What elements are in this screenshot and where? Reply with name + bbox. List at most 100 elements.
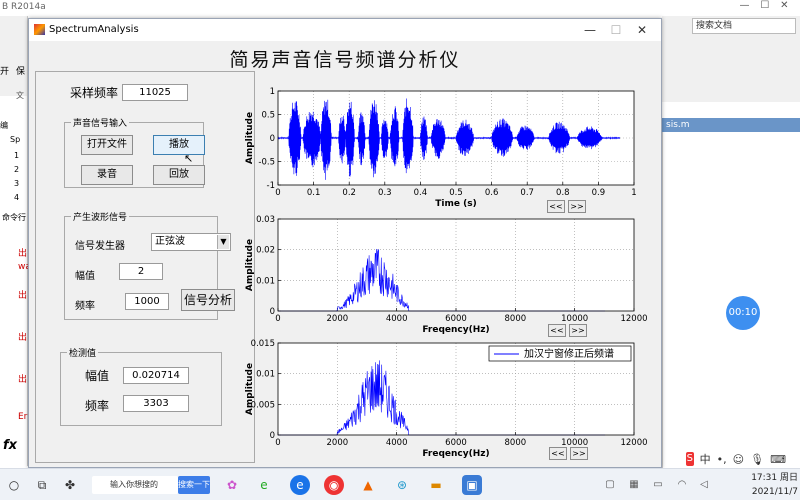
sogou-icon[interactable]: S xyxy=(686,452,694,466)
tray-app2-icon[interactable]: ▦ xyxy=(624,475,644,495)
emoji-icon[interactable]: ☺ xyxy=(733,453,744,466)
keyboard-icon[interactable]: ⌨ xyxy=(770,453,786,466)
x-tick-label: 0 xyxy=(275,314,280,324)
minimize-icon[interactable]: — xyxy=(739,0,749,16)
taskbar-search-button[interactable]: 搜索一下 xyxy=(178,476,210,494)
time-prev-button[interactable]: << xyxy=(547,200,565,213)
network-app-icon[interactable]: ⊛ xyxy=(392,475,412,495)
x-tick-label: 1 xyxy=(631,188,636,198)
taskbar: ○ ⧉ ✤ e 输入你想搜的 搜索一下 ✿ e e ◉ ▲ ⊛ ▬ ▣ ▢ ▦ … xyxy=(0,468,800,500)
maximize-icon[interactable]: ☐ xyxy=(760,0,769,16)
clock-time: 17:31 周日 xyxy=(751,473,798,483)
x-tick-label: 0.1 xyxy=(307,188,321,198)
bg-label: 编 xyxy=(0,121,8,130)
x-tick-label: 0.5 xyxy=(449,188,463,198)
x-tick-label: 12000 xyxy=(620,438,647,448)
y-tick-label: 0 xyxy=(270,431,275,441)
close-icon[interactable]: ✕ xyxy=(629,21,655,39)
windowed-next-button[interactable]: >> xyxy=(570,447,588,460)
x-tick-label: 0.9 xyxy=(592,188,606,198)
matlab-titlebar: B R2014a — ☐ ✕ xyxy=(0,0,800,16)
task-view-icon[interactable]: ⧉ xyxy=(32,475,52,495)
waveform-generator-group: 产生波形信号 信号发生器 正弦波 ▼ 幅值 2 频率 1000 信号分析 xyxy=(64,210,235,320)
detected-values-group: 检测值 幅值 0.020714 频率 3303 xyxy=(60,346,222,426)
ime-toolbar: S 中 •, ☺ 🎙 ⌨ xyxy=(686,450,786,468)
y-tick-label: 0.5 xyxy=(261,111,275,121)
tray-apps-icon[interactable]: ▢ xyxy=(600,475,620,495)
matlab-window-controls: — ☐ ✕ xyxy=(734,0,794,16)
chevron-down-icon[interactable]: ▼ xyxy=(217,235,229,249)
time-next-button[interactable]: >> xyxy=(568,200,586,213)
bg-label: 出 xyxy=(18,249,28,259)
y-tick-label: -1 xyxy=(267,181,275,191)
playback-button[interactable]: 回放 xyxy=(153,165,205,185)
edge-green-icon[interactable]: e xyxy=(254,475,274,495)
matlab-logo-icon xyxy=(34,24,45,35)
x-tick-label: 12000 xyxy=(620,314,647,324)
x-tick-label: 4000 xyxy=(386,438,408,448)
amplitude-input[interactable]: 2 xyxy=(119,263,163,280)
detected-frequency-label: 频率 xyxy=(85,399,110,413)
y-tick-label: 0.01 xyxy=(256,276,275,286)
record-button[interactable]: 录音 xyxy=(81,165,133,185)
spectrum-prev-button[interactable]: << xyxy=(548,324,566,337)
chrome-icon[interactable]: ◉ xyxy=(324,475,344,495)
x-tick-label: 8000 xyxy=(505,314,527,324)
volume-icon[interactable]: ◁ xyxy=(694,475,714,495)
y-axis-label: Amplitude xyxy=(245,112,255,164)
y-tick-label: 1 xyxy=(270,87,275,97)
fan-app-icon[interactable]: ✤ xyxy=(60,475,80,495)
ime-mode-label[interactable]: 中 xyxy=(700,451,711,467)
wifi-icon[interactable]: ◠ xyxy=(672,475,692,495)
bg-label: Sp xyxy=(10,135,21,144)
y-tick-label: -0.5 xyxy=(258,158,275,168)
doc-search-input[interactable]: 搜索文档 xyxy=(692,18,796,34)
x-tick-label: 0.8 xyxy=(556,188,570,198)
maximize-icon[interactable]: ☐ xyxy=(603,21,629,39)
amplitude-label: 幅值 xyxy=(75,271,95,282)
matlab-title: B R2014a xyxy=(2,2,46,12)
battery-icon[interactable]: ▭ xyxy=(648,475,668,495)
start-icon[interactable]: ○ xyxy=(4,475,24,495)
x-tick-label: 0.3 xyxy=(378,188,392,198)
microphone-icon[interactable]: 🎙 xyxy=(750,453,764,466)
command-window-panel xyxy=(662,218,800,468)
mouse-cursor-icon: ↖ xyxy=(184,152,194,165)
bg-label: 文 xyxy=(16,91,24,100)
windowed-prev-button[interactable]: << xyxy=(549,447,567,460)
x-tick-label: 0.7 xyxy=(520,188,534,198)
y-tick-label: 0 xyxy=(270,134,275,144)
system-clock[interactable]: 17:31 周日 2021/11/7 xyxy=(728,471,798,499)
punctuation-icon[interactable]: •, xyxy=(717,453,727,466)
taskbar-search-input[interactable]: 输入你想搜的 xyxy=(92,476,178,494)
bg-label: 出 xyxy=(18,375,28,385)
detected-amplitude-label: 幅值 xyxy=(85,369,110,383)
play-button[interactable]: 播放 xyxy=(153,135,205,155)
x-tick-label: 6000 xyxy=(445,438,467,448)
bg-label: 保 xyxy=(16,67,26,77)
generator-select[interactable]: 正弦波 ▼ xyxy=(151,233,231,251)
recording-timer[interactable]: 00:10 xyxy=(726,296,760,330)
frequency-input[interactable]: 1000 xyxy=(125,293,169,310)
edge-icon[interactable]: e xyxy=(290,475,310,495)
y-tick-label: 0.02 xyxy=(256,246,275,256)
folder-icon[interactable]: ▬ xyxy=(426,475,446,495)
bg-label: 3 xyxy=(14,179,20,188)
spectrum-next-button[interactable]: >> xyxy=(569,324,587,337)
analyze-button[interactable]: 信号分析 xyxy=(181,289,235,311)
open-file-button[interactable]: 打开文件 xyxy=(81,135,133,155)
y-tick-label: 0.01 xyxy=(256,370,275,380)
waveform-generator-group-title: 产生波形信号 xyxy=(71,210,130,223)
y-axis-label: Amplitude xyxy=(245,363,255,415)
close-icon[interactable]: ✕ xyxy=(780,0,788,16)
sample-rate-input[interactable]: 11025 xyxy=(122,84,188,101)
editor-file-tab[interactable]: sis.m xyxy=(662,118,800,132)
matlab-toolstrip-left xyxy=(0,16,28,96)
fx-icon: fx xyxy=(3,438,18,453)
feather-app-icon[interactable]: ✿ xyxy=(222,475,242,495)
minimize-icon[interactable]: — xyxy=(577,21,603,39)
matlab-icon[interactable]: ▲ xyxy=(358,475,378,495)
bg-label: 2 xyxy=(14,165,20,174)
x-axis-label: Time (s) xyxy=(435,199,476,209)
photos-icon[interactable]: ▣ xyxy=(462,475,482,495)
